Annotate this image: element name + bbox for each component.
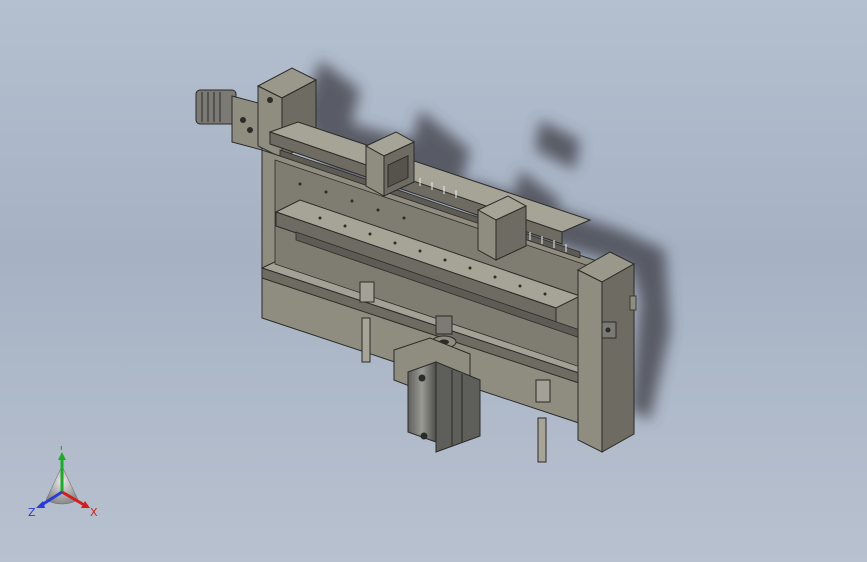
y-axis-arrow [58, 452, 66, 460]
cylinder-actuator-left[interactable] [195, 89, 263, 151]
assembly-model[interactable] [0, 0, 867, 562]
end-plate-right[interactable] [576, 251, 637, 453]
x-axis-label: X [90, 506, 98, 519]
servo-motor[interactable] [393, 337, 481, 453]
z-axis-label: Z [28, 506, 36, 519]
cad-viewport[interactable]: Y X Z [0, 0, 867, 562]
orientation-triad: Y X Z [28, 446, 98, 519]
y-axis-label: Y [57, 446, 65, 453]
